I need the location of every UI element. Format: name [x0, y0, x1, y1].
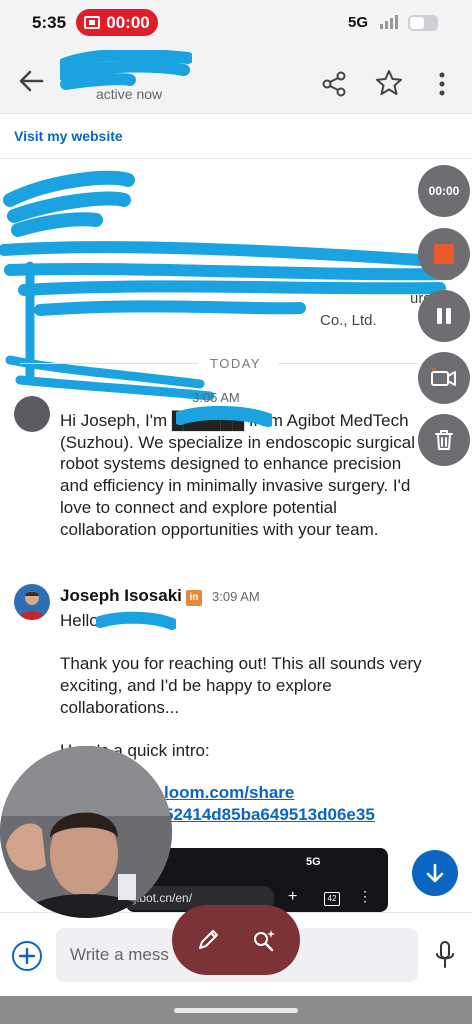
screen-record-pill[interactable]: 00:00: [76, 9, 158, 36]
microphone-icon[interactable]: [434, 940, 456, 970]
pencil-icon[interactable]: [195, 927, 221, 953]
clock: 5:35: [32, 13, 67, 32]
star-icon[interactable]: [374, 68, 404, 98]
plus-icon: [18, 947, 36, 965]
scroll-to-bottom-button[interactable]: [412, 850, 458, 896]
more-options-icon[interactable]: [432, 70, 452, 98]
recorder-timer: 00:00: [418, 165, 470, 217]
loom-link[interactable]: loom.com/share 52414d85ba649513d06e35: [164, 782, 375, 826]
redacted-contact-name: [60, 50, 192, 90]
annotation-toolbar: [172, 905, 300, 975]
stop-icon: [434, 244, 454, 264]
linkedin-badge-icon: in: [185, 590, 202, 606]
date-divider: TODAY: [0, 354, 472, 374]
battery-icon: [408, 15, 438, 31]
pause-recording-button[interactable]: [418, 290, 470, 342]
preview-network: 5G: [306, 856, 321, 868]
preview-tabs-icon: 42: [324, 892, 340, 906]
screen-record-icon: [84, 16, 101, 29]
back-arrow-icon[interactable]: [16, 66, 46, 96]
attach-button[interactable]: [12, 941, 42, 971]
camera-toggle-button[interactable]: [418, 352, 470, 404]
arrow-down-icon: [426, 863, 444, 883]
trash-icon: [435, 430, 453, 450]
share-icon[interactable]: [320, 70, 348, 98]
preview-more-icon: ⋮: [358, 888, 372, 904]
active-status: active now: [96, 86, 163, 102]
joseph-avatar[interactable]: [14, 584, 50, 620]
magic-zoom-icon[interactable]: [251, 927, 277, 953]
status-bar: 5:35 00:00 5G: [0, 0, 472, 48]
sender-name[interactable]: Joseph Isosaki in: [60, 586, 202, 606]
message-timestamp: 3:09 AM: [212, 589, 260, 604]
message-paragraph: Thank you for reaching out! This all sou…: [60, 654, 422, 717]
redaction-scribble: [0, 170, 456, 401]
visit-website-link[interactable]: Visit my website: [14, 128, 123, 144]
delete-recording-button[interactable]: [418, 414, 470, 466]
pause-icon: [437, 308, 451, 324]
divider: [0, 158, 472, 159]
webcam-feed: [0, 746, 172, 918]
record-timer: 00:00: [106, 12, 150, 32]
preview-plus-icon: +: [288, 888, 298, 905]
network-type: 5G: [348, 14, 369, 31]
home-gesture-handle[interactable]: [174, 1008, 298, 1013]
date-divider-label: TODAY: [210, 356, 262, 371]
video-camera-icon: [431, 368, 456, 386]
webcam-bubble[interactable]: [0, 746, 172, 918]
redaction-scribble: [96, 611, 176, 630]
message-input-placeholder: Write a mess: [70, 945, 169, 964]
message-timestamp: 3:05 AM: [192, 390, 240, 405]
sender-avatar[interactable]: [14, 396, 50, 432]
signal-icon: [380, 15, 398, 29]
redaction-scribble: [176, 406, 272, 427]
stop-recording-button[interactable]: [418, 228, 470, 280]
